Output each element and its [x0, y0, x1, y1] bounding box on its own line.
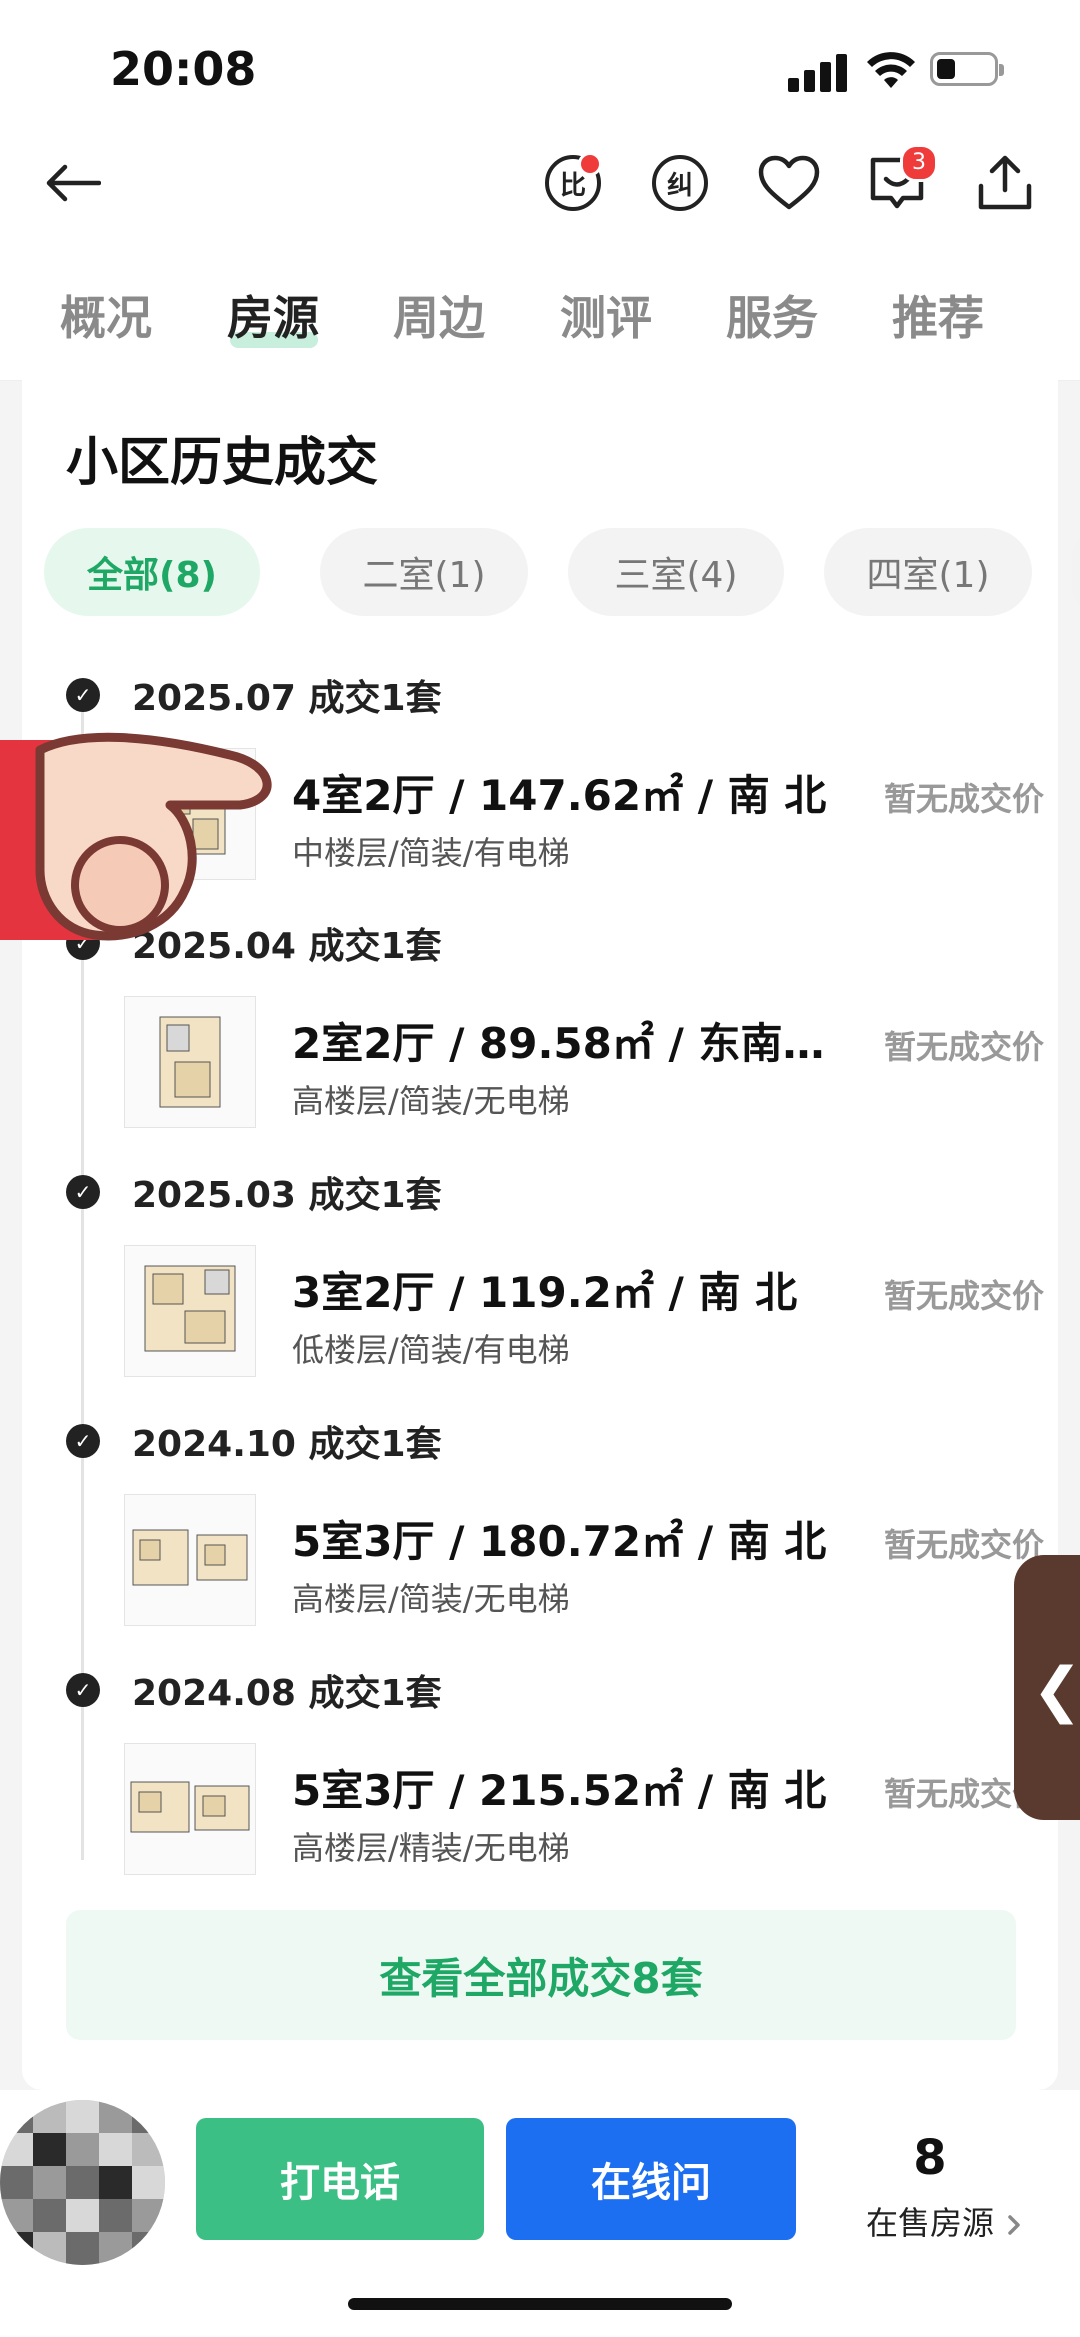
deal-title: 2室2厅 / 89.58㎡ / 东南…: [292, 1019, 825, 1068]
for-sale-count[interactable]: 8: [880, 2130, 980, 2186]
deal-price: 暂无成交价: [883, 1526, 1044, 1564]
deal-group-header: ✓ 2024.10 成交1套: [66, 1416, 442, 1466]
deal-list-item[interactable]: 5室3厅 / 180.72㎡ / 南 北 高楼层/简装/无电梯 暂无成交价: [124, 1494, 1044, 1628]
deal-price: 暂无成交价: [883, 1028, 1044, 1066]
floorplan-thumbnail: [124, 996, 256, 1128]
check-icon: ✓: [66, 1424, 100, 1458]
cellular-signal-icon: [788, 52, 848, 92]
floorplan-thumbnail: [124, 1245, 256, 1377]
deal-price: 暂无成交价: [883, 780, 1044, 818]
deal-details: 低楼层/简装/有电梯: [292, 1331, 570, 1369]
check-icon: ✓: [66, 1175, 100, 1209]
online-chat-button[interactable]: 在线问: [506, 2118, 796, 2240]
check-icon: ✓: [66, 1673, 100, 1707]
deal-list-item[interactable]: 5室3厅 / 215.52㎡ / 南 北 高楼层/精装/无电梯 暂无成交价: [124, 1743, 1044, 1877]
status-bar: 20:08: [0, 0, 1080, 130]
deal-details: 中楼层/简装/有电梯: [292, 834, 570, 872]
agent-avatar[interactable]: [0, 2100, 165, 2265]
floorplan-thumbnail: [124, 1494, 256, 1626]
top-bar: 比 纠 3: [0, 130, 1080, 240]
floorplan-thumbnail: [124, 1743, 256, 1875]
correction-button[interactable]: 纠: [645, 148, 715, 218]
section-title: 小区历史成交: [66, 433, 379, 493]
deal-list-item[interactable]: 3室2厅 / 119.2㎡ / 南 北 低楼层/简装/有电梯 暂无成交价: [124, 1245, 1044, 1379]
back-arrow-icon[interactable]: [38, 148, 108, 218]
home-indicator: [348, 2298, 732, 2310]
battery-icon: [930, 52, 1004, 86]
deal-date: 2025.03 成交1套: [132, 1175, 442, 1216]
compare-red-dot: [578, 152, 602, 176]
for-sale-label: 在售房源: [866, 2204, 995, 2242]
deal-title: 3室2厅 / 119.2㎡ / 南 北: [292, 1268, 798, 1317]
deal-title: 5室3厅 / 215.52㎡ / 南 北: [292, 1766, 827, 1815]
filter-chip-more[interactable]: [1072, 528, 1080, 616]
filter-chip-all[interactable]: 全部(8): [44, 528, 260, 616]
deal-group-header: ✓ 2024.08 成交1套: [66, 1665, 442, 1715]
filter-chip-3room[interactable]: 三室(4): [568, 528, 784, 616]
share-icon: [978, 155, 1032, 210]
heart-icon: [758, 155, 820, 210]
favorite-button[interactable]: [754, 148, 824, 218]
section-tabs: 概况 房源 周边 测评 服务 推荐: [0, 240, 1080, 381]
tab-overview[interactable]: 概况: [60, 282, 152, 348]
deal-details: 高楼层/精装/无电梯: [292, 1829, 570, 1867]
deal-date: 2024.08 成交1套: [132, 1673, 442, 1714]
deal-list-item[interactable]: 2室2厅 / 89.58㎡ / 东南… 高楼层/简装/无电梯 暂无成交价: [124, 996, 1044, 1130]
tab-recommend[interactable]: 推荐: [892, 282, 984, 348]
chevron-left-icon: ❮: [1032, 1655, 1080, 1725]
view-all-deals-button[interactable]: 查看全部成交8套: [66, 1910, 1016, 2040]
message-badge: 3: [900, 144, 938, 182]
pointing-hand-icon: [0, 732, 272, 941]
for-sale-link[interactable]: 在售房源: [866, 2198, 1024, 2244]
status-time: 20:08: [110, 42, 257, 96]
deal-title: 5室3厅 / 180.72㎡ / 南 北: [292, 1517, 827, 1566]
check-icon: ✓: [66, 678, 100, 712]
deal-details: 高楼层/简装/无电梯: [292, 1082, 570, 1120]
tab-listings[interactable]: 房源: [227, 282, 319, 348]
call-button[interactable]: 打电话: [196, 2118, 484, 2240]
deal-details: 高楼层/简装/无电梯: [292, 1580, 570, 1618]
tab-review[interactable]: 测评: [560, 282, 652, 348]
deal-date: 2024.10 成交1套: [132, 1424, 442, 1465]
tab-surroundings[interactable]: 周边: [393, 282, 485, 348]
chevron-right-icon: [1008, 2215, 1020, 2235]
tab-services[interactable]: 服务: [726, 282, 818, 348]
correction-icon: 纠: [652, 155, 708, 211]
filter-chip-2room[interactable]: 二室(1): [320, 528, 528, 616]
deal-title: 4室2厅 / 147.62㎡ / 南 北: [292, 771, 827, 820]
deal-group-header: ✓ 2025.03 成交1套: [66, 1167, 442, 1217]
message-button[interactable]: 3: [862, 144, 938, 218]
compare-button[interactable]: 比: [538, 148, 608, 218]
wifi-icon: [867, 52, 915, 88]
filter-chip-4room[interactable]: 四室(1): [824, 528, 1032, 616]
room-filter-chips: 全部(8) 二室(1) 三室(4) 四室(1): [44, 528, 1080, 618]
deal-date: 2025.07 成交1套: [132, 678, 442, 719]
side-collapse-tab[interactable]: ❮: [1014, 1555, 1080, 1820]
deal-price: 暂无成交价: [883, 1277, 1044, 1315]
share-button[interactable]: [970, 148, 1040, 218]
deal-group-header: ✓ 2025.07 成交1套: [66, 670, 442, 720]
